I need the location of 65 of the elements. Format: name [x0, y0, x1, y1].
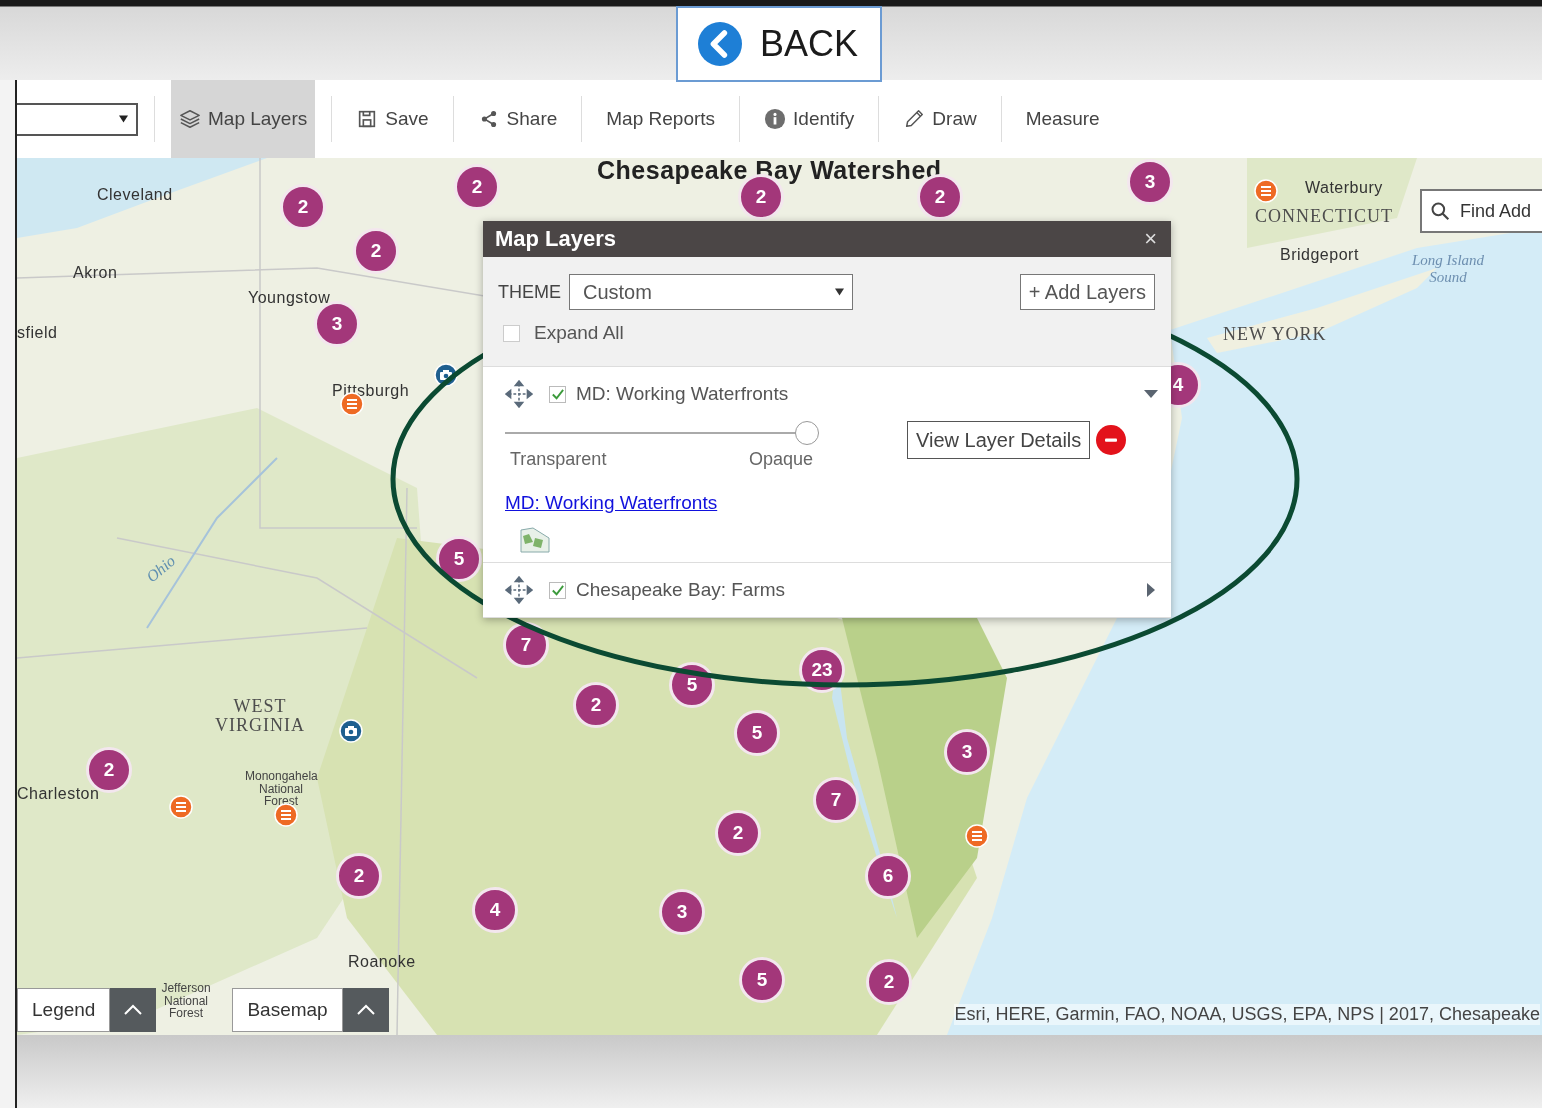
- dropdown[interactable]: [17, 102, 138, 136]
- checkbox[interactable]: [503, 324, 520, 342]
- legend-swatch-icon: [519, 526, 551, 554]
- expand-button[interactable]: [110, 988, 157, 1032]
- theme-select[interactable]: Custom: [569, 274, 853, 310]
- place-label: NEW YORK: [1223, 325, 1327, 344]
- attribution-text: Esri, HERE, Garmin, FAO, NOAA, USGS, EPA, NPS | 2017, Chesapeake: [954, 1004, 1540, 1025]
- place-label: Long Island Sound: [1410, 252, 1486, 286]
- add-layers-button[interactable]: + Add Layers: [1019, 274, 1155, 310]
- place-label: WEST VIRGINIA: [214, 697, 306, 735]
- toolbar-button[interactable]: Map Layers: [171, 80, 316, 158]
- checkbox-label: Expand All: [534, 322, 624, 344]
- list-marker-icon[interactable]: [274, 803, 298, 827]
- place-label: Pittsburgh: [332, 382, 410, 400]
- place-label: Ohio: [142, 551, 180, 587]
- slider-max-label: Opaque: [748, 449, 813, 470]
- slider-min-label: Transparent: [510, 449, 607, 470]
- list-marker-icon[interactable]: [965, 824, 989, 848]
- layer-name: Chesapeake Bay: Farms: [576, 579, 786, 601]
- place-label: Cleveland: [97, 186, 173, 204]
- info-icon: [764, 108, 787, 130]
- opacity-slider[interactable]: [505, 421, 819, 445]
- search-field[interactable]: Find Add: [1420, 189, 1542, 233]
- chevron-up-icon: [123, 1004, 144, 1016]
- panel-toggle-button[interactable]: Legend: [17, 988, 111, 1032]
- caret-down-icon: [119, 115, 128, 123]
- place-label: CONNECTICUT: [1255, 207, 1393, 226]
- theme-label: THEME: [498, 281, 561, 303]
- layer-name: MD: Working Waterfronts: [576, 383, 789, 405]
- toolbar-button[interactable]: Save: [348, 80, 437, 158]
- toolbar-button[interactable]: Identify: [756, 80, 863, 158]
- layers-icon: [179, 108, 201, 130]
- camera-marker-icon[interactable]: [434, 363, 458, 387]
- move-handle-icon[interactable]: [505, 380, 533, 408]
- move-handle-icon[interactable]: [505, 576, 533, 604]
- camera-marker-icon[interactable]: [339, 719, 363, 743]
- place-label: sfield: [17, 324, 58, 342]
- place-label: Waterbury: [1305, 179, 1383, 197]
- caret-down-icon: [835, 288, 844, 296]
- panel-toggle-button[interactable]: Basemap: [232, 988, 343, 1032]
- panel-title: Map Layers: [495, 226, 617, 252]
- view-details-button[interactable]: View Layer Details: [907, 421, 1091, 459]
- chevron-left-icon: [698, 22, 742, 66]
- checkbox[interactable]: [549, 581, 566, 599]
- checkbox[interactable]: [549, 385, 566, 403]
- list-marker-icon[interactable]: [1254, 179, 1278, 203]
- toolbar-button[interactable]: Measure: [1017, 80, 1108, 158]
- place-label: Monongahela National Forest: [245, 770, 317, 808]
- place-label: Roanoke: [348, 953, 416, 971]
- layer-link[interactable]: MD: Working Waterfronts: [505, 492, 718, 514]
- slider-thumb[interactable]: [795, 421, 819, 445]
- place-label: Bridgeport: [1280, 246, 1359, 264]
- remove-icon[interactable]: [1096, 425, 1127, 455]
- place-label: Akron: [73, 264, 118, 282]
- search-icon: [1430, 201, 1450, 221]
- toolbar-button[interactable]: Map Reports: [598, 80, 724, 158]
- chevron-up-icon: [355, 1004, 376, 1016]
- list-marker-icon[interactable]: [169, 795, 193, 819]
- back-button[interactable]: BACK: [676, 6, 882, 82]
- place-label: Jefferson National Forest: [160, 982, 212, 1020]
- toolbar-button[interactable]: Draw: [895, 80, 985, 158]
- toolbar-button[interactable]: Share: [469, 80, 566, 158]
- pencil-icon: [903, 108, 926, 130]
- expand-button[interactable]: [342, 988, 389, 1032]
- close-button[interactable]: ×: [1144, 226, 1157, 252]
